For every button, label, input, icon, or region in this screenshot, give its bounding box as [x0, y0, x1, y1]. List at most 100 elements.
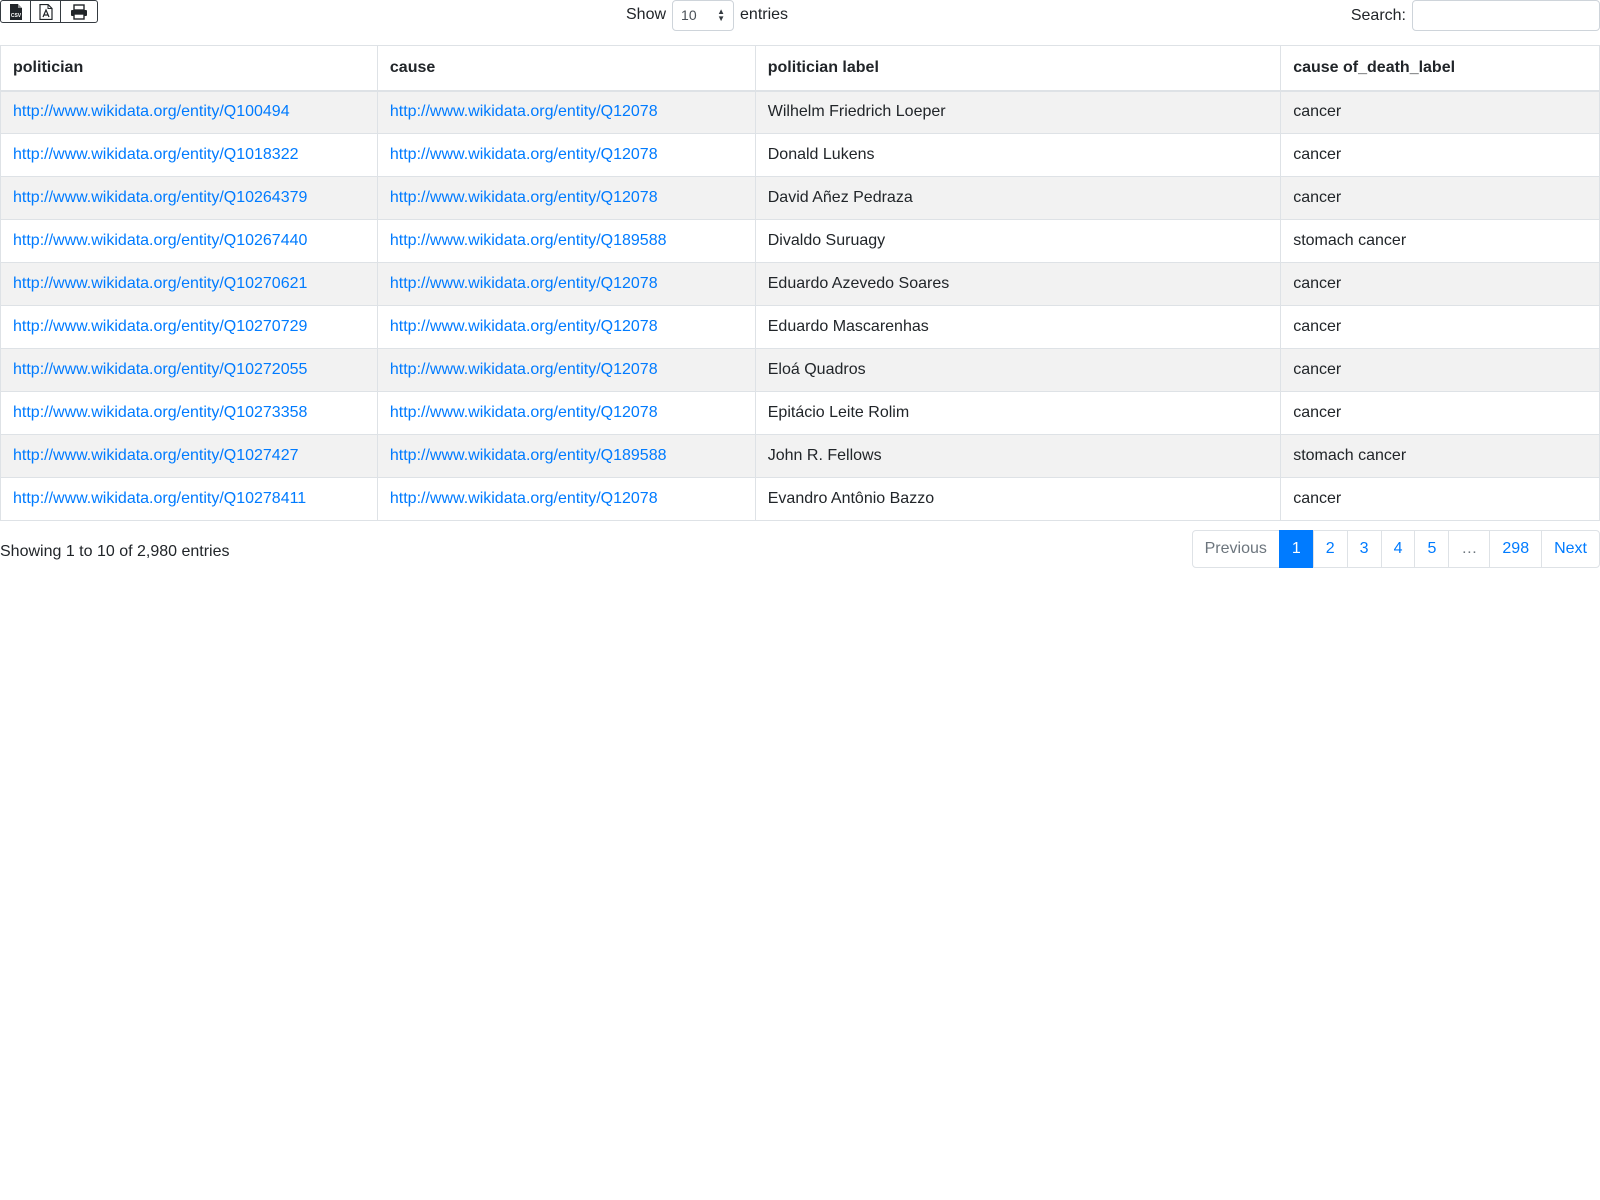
page-length-value: 10 — [681, 7, 697, 23]
page-button-1[interactable]: 1 — [1278, 530, 1314, 568]
pagination: Previous 1 2 3 4 5 … 298 Next — [1191, 530, 1600, 568]
politician-label-cell: Eduardo Mascarenhas — [754, 305, 1282, 349]
cause-link[interactable]: http://www.wikidata.org/entity/Q189588 — [390, 232, 667, 249]
politician-label-cell: Donald Lukens — [754, 133, 1282, 177]
politician-label-cell: Eduardo Azevedo Soares — [754, 262, 1282, 306]
politician-label-cell: Eloá Quadros — [754, 348, 1282, 392]
show-label: Show — [626, 6, 667, 23]
table-row: http://www.wikidata.org/entity/Q10270729… — [0, 305, 1600, 349]
search-label: Search: — [1350, 6, 1406, 24]
cause-link[interactable]: http://www.wikidata.org/entity/Q12078 — [390, 189, 658, 206]
table-row: http://www.wikidata.org/entity/Q10264379… — [0, 176, 1600, 220]
politician-label-cell: John R. Fellows — [754, 434, 1282, 478]
table-info: Showing 1 to 10 of 2,980 entries — [0, 543, 230, 560]
select-arrows-icon: ▲ ▼ — [717, 7, 726, 23]
data-table: politician cause politician label cause … — [0, 45, 1600, 521]
cause-link[interactable]: http://www.wikidata.org/entity/Q12078 — [390, 490, 658, 507]
csv-export-button[interactable]: CSV — [1, 1, 31, 22]
cause-link[interactable]: http://www.wikidata.org/entity/Q12078 — [390, 146, 658, 163]
cause-link[interactable]: http://www.wikidata.org/entity/Q12078 — [390, 404, 658, 421]
table-row: http://www.wikidata.org/entity/Q1018322 … — [0, 133, 1600, 177]
table-row: http://www.wikidata.org/entity/Q10270621… — [0, 262, 1600, 306]
politician-label-cell: Wilhelm Friedrich Loeper — [754, 90, 1282, 134]
politician-link[interactable]: http://www.wikidata.org/entity/Q10273358 — [13, 404, 307, 421]
column-header-cause-of-death-label[interactable]: cause of_death_label — [1280, 45, 1600, 92]
page-length-control: Show 10 ▲ ▼ entries — [626, 0, 789, 31]
table-row: http://www.wikidata.org/entity/Q10278411… — [0, 477, 1600, 521]
politician-cell: http://www.wikidata.org/entity/Q100494 — [0, 90, 378, 134]
page-button-2[interactable]: 2 — [1312, 530, 1348, 568]
table-row: http://www.wikidata.org/entity/Q10273358… — [0, 391, 1600, 435]
table-row: http://www.wikidata.org/entity/Q10272055… — [0, 348, 1600, 392]
cause-of-death-label-cell: cancer — [1280, 262, 1600, 306]
table-row: http://www.wikidata.org/entity/Q10267440… — [0, 219, 1600, 263]
page-button-3[interactable]: 3 — [1346, 530, 1382, 568]
cause-of-death-label-cell: stomach cancer — [1280, 219, 1600, 263]
export-button-group: CSV — [0, 0, 98, 23]
previous-page-button[interactable]: Previous — [1191, 530, 1280, 568]
politician-cell: http://www.wikidata.org/entity/Q10273358 — [0, 391, 378, 435]
cause-cell: http://www.wikidata.org/entity/Q12078 — [376, 305, 756, 349]
cause-cell: http://www.wikidata.org/entity/Q12078 — [376, 348, 756, 392]
cause-link[interactable]: http://www.wikidata.org/entity/Q189588 — [390, 447, 667, 464]
cause-cell: http://www.wikidata.org/entity/Q12078 — [376, 477, 756, 521]
cause-of-death-label-cell: cancer — [1280, 176, 1600, 220]
print-icon — [71, 3, 87, 20]
pdf-file-icon — [38, 3, 53, 20]
politician-cell: http://www.wikidata.org/entity/Q10270729 — [0, 305, 378, 349]
politician-link[interactable]: http://www.wikidata.org/entity/Q10270621 — [13, 275, 307, 292]
politician-link[interactable]: http://www.wikidata.org/entity/Q10270729 — [13, 318, 307, 335]
cause-cell: http://www.wikidata.org/entity/Q12078 — [376, 176, 756, 220]
politician-link[interactable]: http://www.wikidata.org/entity/Q10267440 — [13, 232, 307, 249]
page-button-5[interactable]: 5 — [1414, 530, 1450, 568]
politician-link[interactable]: http://www.wikidata.org/entity/Q1027427 — [13, 447, 299, 464]
pdf-export-button[interactable] — [31, 1, 61, 22]
cause-of-death-label-cell: cancer — [1280, 477, 1600, 521]
print-button[interactable] — [61, 1, 97, 22]
cause-cell: http://www.wikidata.org/entity/Q12078 — [376, 391, 756, 435]
politician-link[interactable]: http://www.wikidata.org/entity/Q10278411 — [13, 490, 306, 507]
cause-link[interactable]: http://www.wikidata.org/entity/Q12078 — [390, 318, 658, 335]
cause-cell: http://www.wikidata.org/entity/Q12078 — [376, 262, 756, 306]
cause-cell: http://www.wikidata.org/entity/Q12078 — [376, 133, 756, 177]
column-header-cause[interactable]: cause — [376, 45, 756, 92]
cause-link[interactable]: http://www.wikidata.org/entity/Q12078 — [390, 275, 658, 292]
politician-cell: http://www.wikidata.org/entity/Q10267440 — [0, 219, 378, 263]
politician-cell: http://www.wikidata.org/entity/Q10272055 — [0, 348, 378, 392]
column-header-politician[interactable]: politician — [0, 45, 378, 92]
cause-of-death-label-cell: stomach cancer — [1280, 434, 1600, 478]
politician-cell: http://www.wikidata.org/entity/Q1018322 — [0, 133, 378, 177]
cause-link[interactable]: http://www.wikidata.org/entity/Q12078 — [390, 103, 658, 120]
cause-of-death-label-cell: cancer — [1280, 348, 1600, 392]
politician-link[interactable]: http://www.wikidata.org/entity/Q10264379 — [13, 189, 307, 206]
politician-link[interactable]: http://www.wikidata.org/entity/Q1018322 — [13, 146, 299, 163]
pagination-ellipsis: … — [1448, 530, 1491, 568]
next-page-button[interactable]: Next — [1541, 530, 1600, 568]
table-header-row: politician cause politician label cause … — [0, 45, 1600, 92]
cause-cell: http://www.wikidata.org/entity/Q189588 — [376, 219, 756, 263]
page-button-298[interactable]: 298 — [1489, 530, 1543, 568]
cause-link[interactable]: http://www.wikidata.org/entity/Q12078 — [390, 361, 658, 378]
politician-label-cell: Evandro Antônio Bazzo — [754, 477, 1282, 521]
politician-cell: http://www.wikidata.org/entity/Q10278411 — [0, 477, 378, 521]
politician-cell: http://www.wikidata.org/entity/Q1027427 — [0, 434, 378, 478]
search-input[interactable] — [1412, 0, 1600, 31]
cause-of-death-label-cell: cancer — [1280, 90, 1600, 134]
page-length-select[interactable]: 10 ▲ ▼ — [672, 0, 735, 31]
column-header-politician-label[interactable]: politician label — [754, 45, 1282, 92]
table-row: http://www.wikidata.org/entity/Q100494 h… — [0, 90, 1600, 134]
page: CSV Show 10 ▲ ▼ entries Search: politici… — [0, 0, 1600, 1200]
politician-link[interactable]: http://www.wikidata.org/entity/Q10272055 — [13, 361, 307, 378]
entries-label: entries — [740, 6, 789, 23]
cause-cell: http://www.wikidata.org/entity/Q189588 — [376, 434, 756, 478]
politician-link[interactable]: http://www.wikidata.org/entity/Q100494 — [13, 103, 290, 120]
politician-cell: http://www.wikidata.org/entity/Q10270621 — [0, 262, 378, 306]
svg-text:CSV: CSV — [10, 13, 21, 19]
politician-label-cell: David Añez Pedraza — [754, 176, 1282, 220]
politician-cell: http://www.wikidata.org/entity/Q10264379 — [0, 176, 378, 220]
cause-cell: http://www.wikidata.org/entity/Q12078 — [376, 90, 756, 134]
search-control: Search: — [1351, 0, 1600, 31]
page-button-4[interactable]: 4 — [1380, 530, 1416, 568]
cause-of-death-label-cell: cancer — [1280, 391, 1600, 435]
csv-file-icon: CSV — [9, 3, 22, 20]
